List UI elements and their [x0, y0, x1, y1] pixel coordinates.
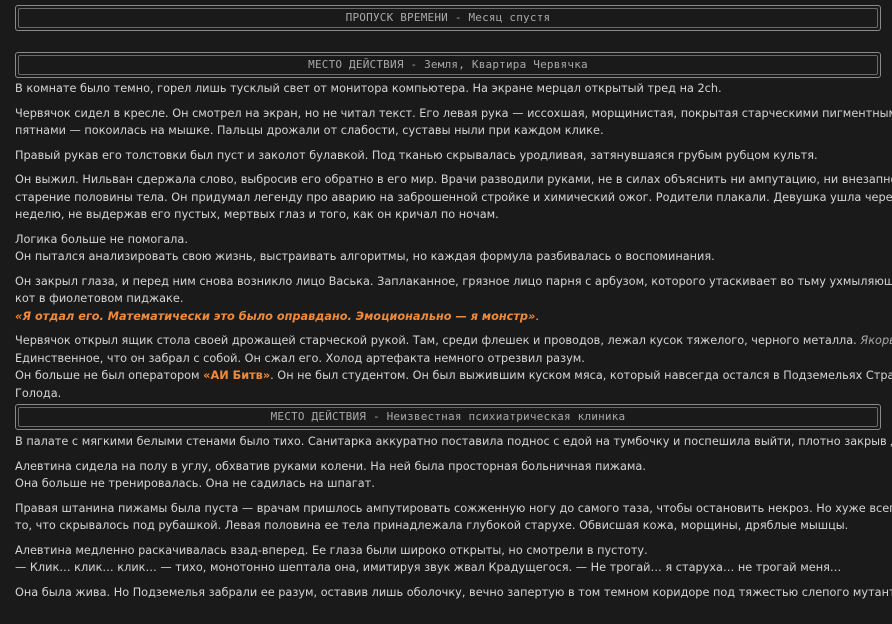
paragraph-line: пятнами — покоилась на мышке. Пальцы дро…: [15, 124, 604, 137]
punctuation: .: [535, 309, 539, 323]
paragraph-line: Червячок открыл ящик стола своей дрожаще…: [15, 332, 892, 350]
paragraph: Он закрыл глаза, и перед ним снова возни…: [15, 273, 892, 326]
paragraph-line: Логика больше не помогала.: [15, 232, 188, 246]
story-page: ПРОПУСК ВРЕМЕНИ - Месяц спустя МЕСТО ДЕЙ…: [15, 5, 892, 601]
scene-clinic-section: В палате с мягкими белыми стенами было т…: [15, 433, 892, 601]
soul-anchor-term: Якорь души: [860, 334, 892, 347]
paragraph-line: старение половины тела. Он придумал леге…: [15, 190, 892, 204]
time-skip-banner-text: ПРОПУСК ВРЕМЕНИ - Месяц спустя: [345, 11, 551, 25]
paragraph: Алевтина сидела на полу в углу, обхватив…: [15, 458, 881, 493]
paragraph-line: Червячок сидел в кресле. Он смотрел на э…: [15, 106, 892, 120]
paragraph: Алевтина медленно раскачивалась взад-впе…: [15, 542, 881, 577]
paragraph: В комнате было темно, горел лишь тусклый…: [15, 82, 722, 95]
paragraph-line: Она больше не тренировалась. Она не сади…: [15, 477, 375, 490]
paragraph: Она была жива. Но Подземелья забрали ее …: [15, 585, 892, 599]
paragraph: Он выжил. Нильван сдержала слово, выброс…: [15, 171, 892, 224]
paragraph-line: Правая штанина пижамы была пуста — врача…: [15, 501, 892, 515]
paragraph: Логика больше не помогала. Он пытался ан…: [15, 231, 881, 266]
paragraph-line: — Клик… клик… клик… — тихо, монотонно ше…: [15, 561, 842, 574]
paragraph-line: «Я отдал его. Математически это было опр…: [15, 308, 881, 326]
text-span: Он больше не был оператором: [15, 369, 204, 382]
paragraph-line: Он закрыл глаза, и перед ним снова возни…: [15, 274, 892, 288]
text-span: . Он не был студентом. Он был выжившим к…: [270, 369, 892, 382]
paragraph-line: то, что скрывалось под рубашкой. Левая п…: [15, 519, 849, 532]
paragraph-line: неделю, не выдержав его пустых, мертвых …: [15, 208, 499, 221]
paragraph-line: Он больше не был оператором «АИ Битв». О…: [15, 367, 892, 385]
paragraph: Правый рукав его толстовки был пуст и за…: [15, 148, 818, 162]
time-skip-banner: ПРОПУСК ВРЕМЕНИ - Месяц спустя: [15, 5, 881, 31]
paragraph-line: Единственное, что он забрал с собой. Он …: [15, 351, 585, 365]
scene-banner-clinic-text: МЕСТО ДЕЙСТВИЯ - Неизвестная психиатриче…: [270, 410, 626, 424]
ai-battles-term: «АИ Битв»: [203, 369, 271, 382]
scene-banner-clinic: МЕСТО ДЕЙСТВИЯ - Неизвестная психиатриче…: [15, 404, 881, 430]
paragraph-line: Он пытался анализировать свою жизнь, выс…: [15, 250, 715, 263]
paragraph: В палате с мягкими белыми стенами было т…: [15, 435, 892, 448]
text-span: Червячок открыл ящик стола своей дрожаще…: [15, 334, 861, 347]
scene-banner-earth-text: МЕСТО ДЕЙСТВИЯ - Земля, Квартира Червячк…: [308, 58, 588, 72]
scene-banner-earth: МЕСТО ДЕЙСТВИЯ - Земля, Квартира Червячк…: [15, 52, 881, 78]
paragraph: Червячок сидел в кресле. Он смотрел на э…: [15, 105, 892, 140]
paragraph-line: Алевтина медленно раскачивалась взад-впе…: [15, 543, 648, 557]
paragraph-line: кот в фиолетовом пиджаке.: [15, 292, 184, 305]
paragraph-line: Он выжил. Нильван сдержала слово, выброс…: [15, 173, 892, 186]
paragraph: Правая штанина пижамы была пуста — врача…: [15, 500, 892, 535]
paragraph: Червячок открыл ящик стола своей дрожаще…: [15, 332, 892, 402]
paragraph-line: Голода.: [15, 386, 62, 400]
scene-earth-section: В комнате было темно, горел лишь тусклый…: [15, 80, 892, 402]
paragraph-line: Алевтина сидела на полу в углу, обхватив…: [15, 459, 646, 473]
inner-thought-quote: «Я отдал его. Математически это было опр…: [15, 309, 536, 323]
